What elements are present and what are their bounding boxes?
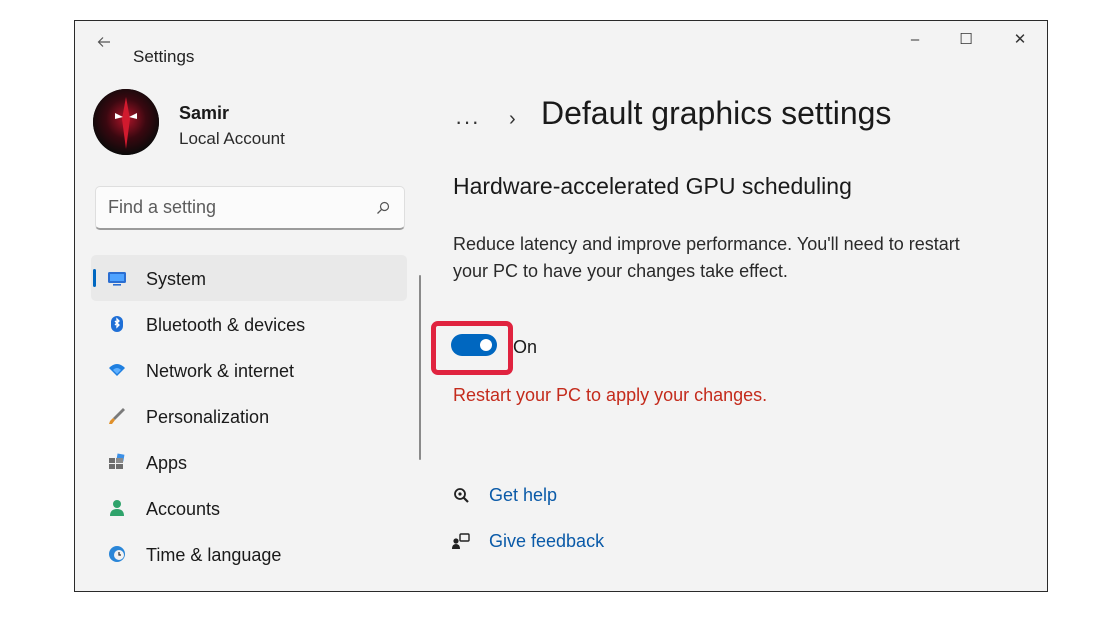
title-bar: – ☐ ✕ [75,21,1047,61]
sidebar-item-apps[interactable]: Apps [91,439,407,485]
minimize-button[interactable]: – [895,29,935,51]
back-arrow-icon[interactable] [97,35,111,49]
avatar [93,89,159,155]
sidebar-scrollbar[interactable] [419,275,421,460]
get-help-label[interactable]: Get help [489,485,557,506]
section-title: Hardware-accelerated GPU scheduling [453,173,852,199]
sidebar-item-system[interactable]: System [91,255,407,301]
breadcrumb-overflow[interactable]: ··· [455,109,480,135]
feedback-icon [451,532,471,552]
sidebar-item-bluetooth-devices[interactable]: Bluetooth & devices [91,301,407,347]
sidebar-item-label: Time & language [146,545,282,565]
apps-icon [107,452,127,472]
sidebar-item-label: Accounts [146,499,221,519]
give-feedback-label[interactable]: Give feedback [489,531,604,552]
sidebar-item-time-language[interactable]: Time & language [91,531,407,577]
section-description: Reduce latency and improve performance. … [453,234,960,281]
gpu-scheduling-toggle[interactable] [451,334,497,356]
maximize-button[interactable]: ☐ [946,29,986,51]
sidebar-item-label: Personalization [146,407,270,427]
sidebar-item-accounts[interactable]: Accounts [91,485,407,531]
app-title: Settings [133,47,195,66]
breadcrumb-separator: › [509,108,516,130]
sidebar-item-label: Network & internet [146,361,295,381]
search-icon[interactable] [376,201,390,215]
sidebar-item-personalization[interactable]: Personalization [91,393,407,439]
search-input[interactable] [108,197,358,218]
search-box [95,186,405,230]
person-icon [107,498,127,518]
close-button[interactable]: ✕ [1000,29,1040,51]
sidebar-item-network-internet[interactable]: Network & internet [91,347,407,393]
toggle-knob [480,339,492,351]
user-name: Samir [179,103,230,123]
settings-window: – ☐ ✕ Settings Samir Local Account Find … [74,20,1048,592]
restart-warning: Restart your PC to apply your changes. [453,385,768,405]
active-indicator [93,269,96,287]
brush-icon [107,406,127,426]
help-icon [451,486,471,506]
monitor-icon [107,268,127,288]
sidebar-item-label: Apps [146,453,188,473]
sidebar-nav: System Bluetooth & devices Network & int… [91,255,407,577]
bluetooth-icon [107,314,127,334]
account-type: Local Account [179,129,285,148]
sidebar-item-label: Bluetooth & devices [146,315,306,335]
page-title: Default graphics settings [541,95,892,131]
globe-clock-icon [107,544,127,564]
toggle-state-label: On [513,337,538,357]
wifi-icon [107,360,127,380]
sidebar-item-label: System [146,269,207,289]
